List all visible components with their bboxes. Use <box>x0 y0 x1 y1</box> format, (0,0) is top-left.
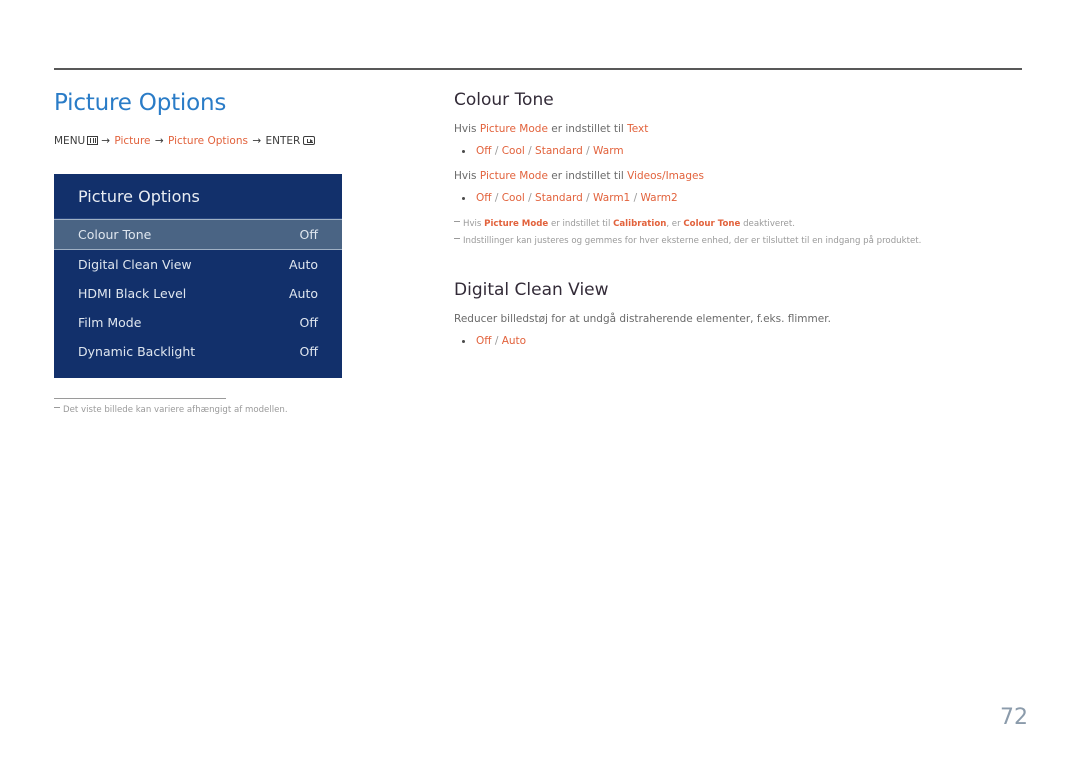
colour-tone-notes: Hvis Picture Mode er indstillet til Cali… <box>454 218 1022 248</box>
page-title: Picture Options <box>54 90 227 116</box>
left-footnote-text: Det viste billede kan variere afhængigt … <box>63 405 288 415</box>
footnote-divider <box>54 398 226 399</box>
note-1-mid: er indstillet til <box>548 219 614 229</box>
digital-clean-view-options-text: Off / Auto <box>476 335 527 347</box>
right-column: Colour Tone Hvis Picture Mode er indstil… <box>454 88 1022 349</box>
condition-1-mid: er indstillet til <box>547 123 628 135</box>
digital-clean-view-description: Reducer billedstøj for at undgå distrahe… <box>454 313 831 325</box>
osd-menu-panel: Picture Options Colour Tone Off Digital … <box>54 174 342 378</box>
section-title-digital-clean-view: Digital Clean View <box>454 280 609 300</box>
osd-row-dynamic-backlight[interactable]: Dynamic Backlight Off <box>54 337 342 366</box>
osd-row-colour-tone[interactable]: Colour Tone Off <box>54 219 342 250</box>
breadcrumb: MENU → Picture → Picture Options → ENTER <box>54 134 414 148</box>
enter-return-icon <box>303 136 316 145</box>
left-footnote: Det viste billede kan variere afhængigt … <box>54 404 454 417</box>
osd-row-label: Dynamic Backlight <box>78 344 196 359</box>
condition-2-mid: er indstillet til <box>547 170 628 182</box>
osd-row-label: Digital Clean View <box>78 257 192 272</box>
colour-tone-condition-1: Hvis Picture Mode er indstillet til Text <box>454 122 1022 137</box>
note-1-mid-2: , er <box>666 219 684 229</box>
osd-row-value: Off <box>299 227 318 242</box>
condition-2-term-picture-mode: Picture Mode <box>479 170 548 182</box>
breadcrumb-arrow-1: → <box>101 135 111 147</box>
condition-2-term-videos-images: Videos/Images <box>627 170 704 182</box>
note-dash-icon <box>54 407 60 408</box>
osd-row-film-mode[interactable]: Film Mode Off <box>54 308 342 337</box>
note-dash-icon <box>454 238 460 239</box>
note-2-text: Indstillinger kan justeres og gemmes for… <box>463 236 922 246</box>
header-divider <box>54 68 1022 70</box>
osd-panel-title: Picture Options <box>54 174 342 219</box>
condition-2-pre: Hvis <box>454 170 480 182</box>
osd-row-label: Film Mode <box>78 315 142 330</box>
menu-grid-icon <box>87 136 99 145</box>
breadcrumb-arrow-2: → <box>154 135 164 147</box>
osd-row-label: Colour Tone <box>78 227 152 242</box>
breadcrumb-arrow-3: → <box>252 135 262 147</box>
page-number: 72 <box>1000 705 1028 730</box>
note-1-term-calibration: Calibration <box>613 219 667 229</box>
breadcrumb-item-picture[interactable]: Picture <box>114 135 150 147</box>
breadcrumb-enter-label: ENTER <box>265 135 301 147</box>
colour-tone-note-2: Indstillinger kan justeres og gemmes for… <box>454 235 1022 248</box>
osd-row-value: Off <box>299 315 318 330</box>
condition-1-term-text: Text <box>627 123 649 135</box>
note-1-end: deaktiveret. <box>740 219 795 229</box>
note-1-term-picture-mode: Picture Mode <box>484 219 549 229</box>
manual-page: Picture Options MENU → Picture → Picture … <box>0 0 1080 763</box>
breadcrumb-item-picture-options[interactable]: Picture Options <box>168 135 248 147</box>
colour-tone-options-1: Off / Cool / Standard / Warm <box>454 144 1022 159</box>
colour-tone-options-1-text: Off / Cool / Standard / Warm <box>476 145 624 157</box>
osd-row-value: Off <box>299 344 318 359</box>
colour-tone-options-2-text: Off / Cool / Standard / Warm1 / Warm2 <box>476 192 678 204</box>
osd-row-value: Auto <box>288 286 318 301</box>
osd-row-hdmi-black-level[interactable]: HDMI Black Level Auto <box>54 279 342 308</box>
section-title-colour-tone: Colour Tone <box>454 90 554 110</box>
note-1-pre: Hvis <box>463 219 485 229</box>
condition-1-term-picture-mode: Picture Mode <box>479 123 548 135</box>
condition-1-pre: Hvis <box>454 123 480 135</box>
colour-tone-note-1: Hvis Picture Mode er indstillet til Cali… <box>454 218 1022 231</box>
osd-row-value: Auto <box>288 257 318 272</box>
colour-tone-condition-2: Hvis Picture Mode er indstillet til Vide… <box>454 169 1022 184</box>
left-column: Picture Options MENU → Picture → Picture … <box>54 88 414 148</box>
osd-row-label: HDMI Black Level <box>78 286 187 301</box>
colour-tone-options-2: Off / Cool / Standard / Warm1 / Warm2 <box>454 191 1022 206</box>
note-1-term-colour-tone: Colour Tone <box>683 219 741 229</box>
breadcrumb-menu-label: MENU <box>54 135 86 147</box>
osd-row-digital-clean-view[interactable]: Digital Clean View Auto <box>54 250 342 279</box>
left-footnote-block: Det viste billede kan variere afhængigt … <box>54 398 454 417</box>
digital-clean-view-options: Off / Auto <box>454 334 1022 349</box>
note-dash-icon <box>454 221 460 222</box>
